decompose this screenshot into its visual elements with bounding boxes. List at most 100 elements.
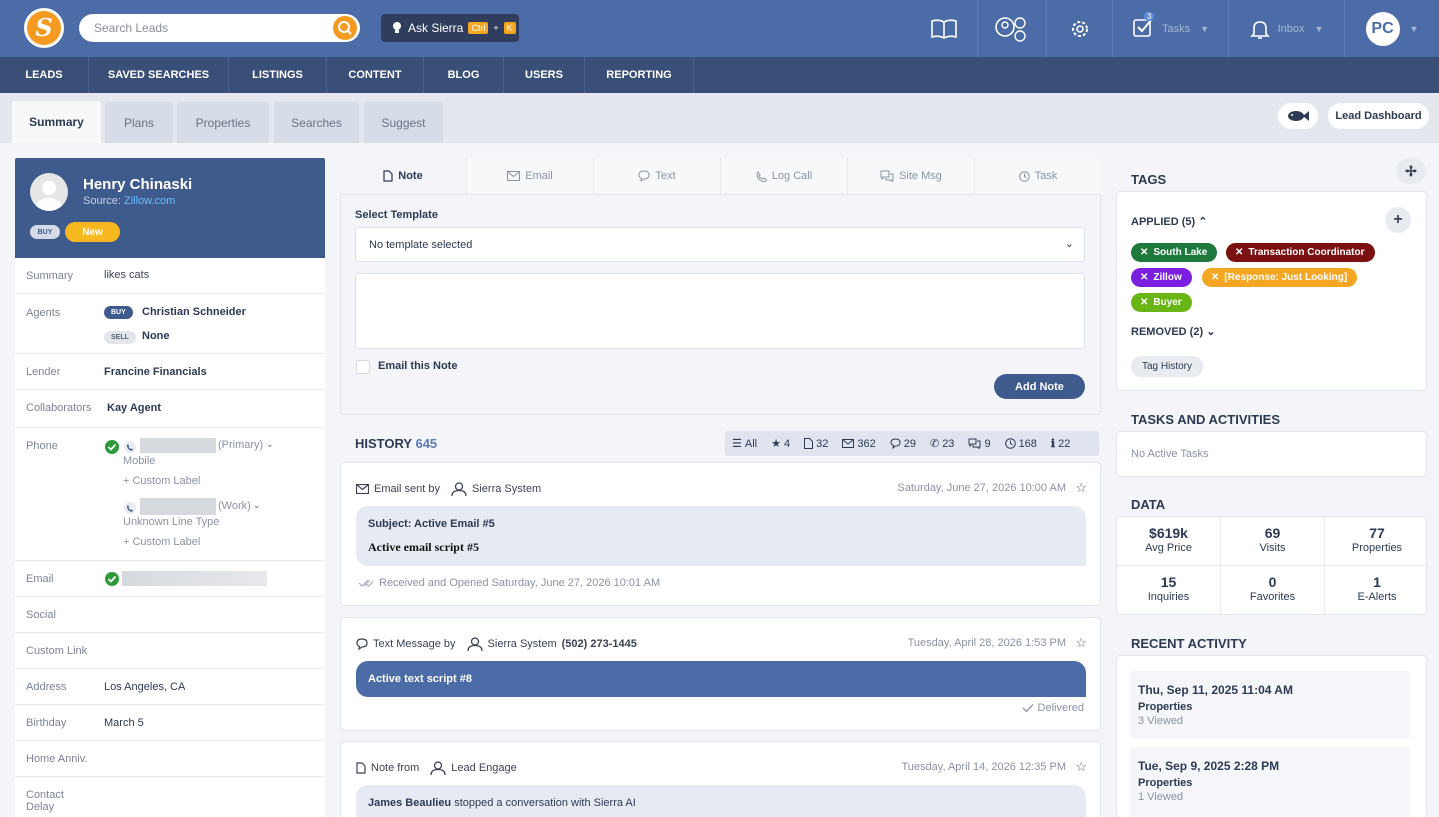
filter-emails[interactable]: 362 [835,438,882,450]
tab-suggest[interactable]: Suggest [364,102,443,143]
settings-button[interactable] [1046,0,1112,57]
email-body: Active email script #5 [368,540,479,554]
status-badge[interactable]: New [65,222,120,242]
phone2-custom-label[interactable]: + Custom Label [123,536,200,548]
composer-tab-note[interactable]: Note [340,158,466,194]
tag-label: Transaction Coordinator [1248,247,1365,258]
nav-users[interactable]: USERS [504,57,585,93]
sierra-logo[interactable]: S [24,8,64,48]
nav-leads[interactable]: LEADS [0,57,89,93]
composer-tab-site-msg[interactable]: Site Msg [847,158,974,194]
fish-button[interactable] [1278,103,1318,129]
recent-item[interactable]: Thu, Sep 11, 2025 11:04 AM Properties 3 … [1130,671,1410,739]
k-key: K [503,22,516,34]
remove-tag-icon[interactable]: ✕ [1235,247,1243,258]
tag-transaction-coordinator[interactable]: ✕ Transaction Coordinator [1226,243,1375,262]
search-button[interactable] [333,16,357,40]
chevron-down-icon[interactable]: ⌄ [266,439,274,450]
remove-tag-icon[interactable]: ✕ [1140,247,1148,258]
nav-content[interactable]: CONTENT [327,57,424,93]
filter-all[interactable]: ☰ All [725,437,764,451]
remove-tag-icon[interactable]: ✕ [1140,297,1148,308]
template-select[interactable]: No template selected ⌄ [355,227,1085,262]
phone-number-redacted[interactable] [140,498,216,515]
lender-row: Lender Francine Financials [15,354,325,390]
composer-tab-email[interactable]: Email [466,158,593,194]
note-textarea[interactable] [355,273,1085,349]
summary-value[interactable]: likes cats [104,269,149,281]
main-nav: LEADS SAVED SEARCHES LISTINGS CONTENT BL… [0,57,1439,93]
applied-toggle[interactable]: APPLIED (5) ⌃ [1131,215,1207,228]
ask-sierra-button[interactable]: Ask Sierra Ctrl + K [381,14,519,42]
collaborator-value[interactable]: Kay Agent [107,402,161,414]
inbox-menu[interactable]: Inbox ▼ [1228,0,1344,57]
recent-item[interactable]: Tue, Sep 9, 2025 2:28 PM Properties 1 Vi… [1130,747,1410,817]
data-e-alerts[interactable]: 1 E-Alerts [1325,566,1426,614]
text-bubble[interactable]: Active text script #8 [356,661,1086,697]
tab-summary[interactable]: Summary [12,101,101,143]
composer-tab-text[interactable]: Text [593,158,720,194]
data-properties[interactable]: 77 Properties [1325,517,1426,566]
tab-plans[interactable]: Plans [105,102,173,143]
source-link[interactable]: Zillow.com [124,195,175,207]
data-avg-price[interactable]: $619k Avg Price [1117,517,1221,566]
filter-texts[interactable]: 29 [883,438,923,450]
filter-tasks[interactable]: 168 [998,438,1044,450]
remove-tag-icon[interactable]: ✕ [1211,272,1219,283]
filter-notes[interactable]: 32 [797,438,835,450]
chevron-down-icon[interactable]: ⌄ [253,500,261,511]
remove-tag-icon[interactable]: ✕ [1140,272,1148,283]
history-author[interactable]: Sierra System [488,638,557,650]
phone-number-redacted[interactable] [140,438,216,453]
birthday-value[interactable]: March 5 [104,717,144,729]
lender-value[interactable]: Francine Financials [104,366,207,378]
filter-starred[interactable]: ★ 4 [764,437,797,451]
data-visits[interactable]: 69 Visits [1221,517,1325,566]
sell-agent[interactable]: None [142,330,170,342]
phone2-type: (Work) [218,500,251,512]
email-redacted[interactable] [122,571,267,586]
star-icon[interactable]: ☆ [1075,759,1087,775]
add-note-button[interactable]: Add Note [994,374,1085,399]
phone1-custom-label[interactable]: + Custom Label [123,475,200,487]
email-bubble[interactable]: Subject: Active Email #5 Active email sc… [356,506,1086,566]
tag-buyer[interactable]: ✕ Buyer [1131,293,1192,312]
nav-blog[interactable]: BLOG [424,57,504,93]
team-button[interactable] [977,0,1046,57]
tag-response-just-looking[interactable]: ✕ [Response: Just Looking] [1202,268,1358,287]
buy-agent[interactable]: Christian Schneider [142,306,246,318]
history-author[interactable]: Sierra System [472,483,541,495]
help-book-button[interactable] [911,0,977,57]
address-value[interactable]: Los Angeles, CA [104,681,185,693]
tags-move-button[interactable]: ✢ [1396,158,1426,184]
data-inquiries[interactable]: 15 Inquiries [1117,566,1221,614]
source-label: Source: [83,195,121,207]
composer-tab-task[interactable]: Task [974,158,1101,194]
removed-toggle[interactable]: REMOVED (2) ⌄ [1131,325,1215,338]
filter-site-msgs[interactable]: 9 [961,438,997,450]
filter-calls[interactable]: ✆ 23 [923,437,961,451]
note-bubble[interactable]: James Beaulieu stopped a conversation wi… [356,785,1086,817]
tag-south-lake[interactable]: ✕ South Lake [1131,243,1218,262]
add-tag-button[interactable]: + [1385,207,1411,233]
nav-reporting[interactable]: REPORTING [585,57,694,93]
nav-saved-searches[interactable]: SAVED SEARCHES [89,57,229,93]
composer-tab-label: Task [1034,170,1058,182]
nav-listings[interactable]: LISTINGS [229,57,327,93]
tag-zillow[interactable]: ✕ Zillow [1131,268,1192,287]
tasks-menu[interactable]: 3 Tasks ▼ [1112,0,1228,57]
lead-dashboard-button[interactable]: Lead Dashboard [1328,103,1429,129]
star-icon[interactable]: ☆ [1075,635,1087,651]
data-favorites[interactable]: 0 Favorites [1221,566,1325,614]
history-author[interactable]: Lead Engage [451,762,516,774]
user-menu[interactable]: PC ▼ [1344,0,1439,57]
tab-properties[interactable]: Properties [177,102,269,143]
composer-tab-log-call[interactable]: Log Call [720,158,847,194]
tab-searches[interactable]: Searches [274,102,359,143]
tag-history-button[interactable]: Tag History [1131,356,1204,377]
email-note-checkbox[interactable] [356,360,370,374]
filter-info[interactable]: ℹ 22 [1044,437,1077,451]
star-icon[interactable]: ☆ [1075,480,1087,496]
filter-label: 23 [942,437,955,450]
search-input[interactable] [79,14,319,42]
